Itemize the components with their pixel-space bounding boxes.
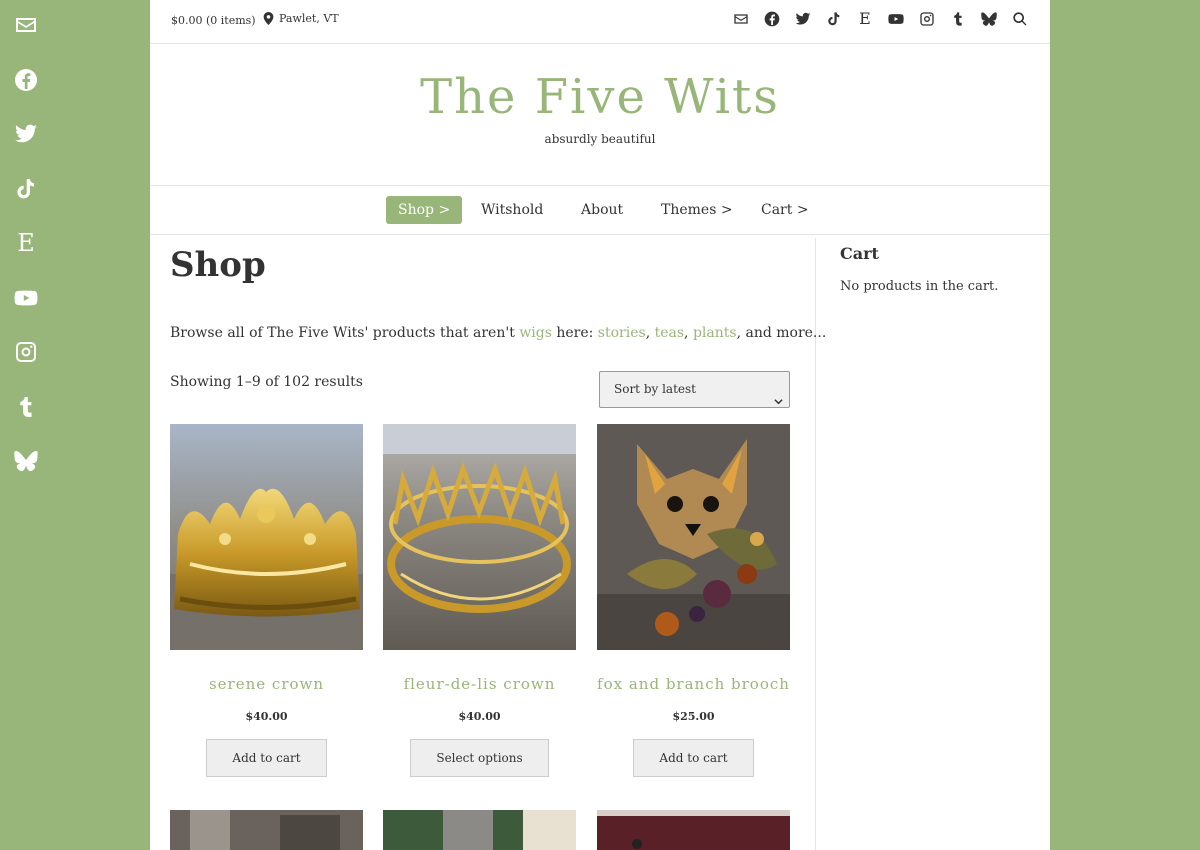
sidebar-cart-title: Cart: [840, 244, 879, 263]
product-image[interactable]: [597, 810, 790, 850]
link-teas[interactable]: teas: [655, 325, 684, 341]
link-stories[interactable]: stories: [598, 325, 646, 341]
chevron-down-icon: [774, 385, 783, 405]
map-pin-icon: [263, 12, 274, 25]
twitter-icon[interactable]: [795, 10, 811, 28]
result-count: Showing 1–9 of 102 results: [170, 374, 363, 390]
link-wigs[interactable]: wigs: [519, 325, 552, 341]
facebook-icon[interactable]: [764, 10, 780, 28]
select-options-button[interactable]: Select options: [410, 739, 549, 777]
envelope-icon[interactable]: [13, 12, 39, 38]
social-rail: E: [0, 0, 52, 850]
location-text: Pawlet, VT: [279, 12, 339, 25]
bluesky-icon[interactable]: [981, 10, 997, 28]
page-title: Shop: [170, 245, 266, 285]
site-tagline: absurdly beautiful: [544, 132, 656, 146]
sort-select[interactable]: Sort by latest: [599, 371, 790, 408]
instagram-icon[interactable]: [919, 10, 935, 28]
add-to-cart-button[interactable]: Add to cart: [206, 739, 327, 777]
page-container: $0.00 (0 items) Pawlet, VT E The Five Wi…: [150, 0, 1050, 850]
product-price: $25.00: [672, 710, 715, 723]
product-name[interactable]: serene crown: [170, 675, 363, 693]
product-name[interactable]: fleur-de-lis crown: [383, 675, 576, 693]
sort-selected: Sort by latest: [614, 382, 696, 396]
facebook-icon[interactable]: [13, 67, 39, 93]
main-navigation: Shop > Witshold About Themes > Cart >: [150, 186, 1050, 235]
youtube-icon[interactable]: [13, 285, 39, 311]
product-price: $40.00: [458, 710, 501, 723]
tiktok-icon[interactable]: [13, 176, 39, 202]
bluesky-icon[interactable]: [13, 448, 39, 474]
etsy-icon[interactable]: E: [13, 230, 39, 256]
search-icon[interactable]: [1012, 10, 1028, 28]
product-card: fleur-de-lis crown $40.00 Select options: [383, 424, 576, 777]
product-card: fox and branch brooch $25.00 Add to cart: [597, 424, 790, 777]
sidebar-cart-empty: No products in the cart.: [840, 279, 999, 294]
intro-text: Browse all of The Five Wits' products th…: [170, 325, 520, 341]
intro-comma: ,: [645, 325, 655, 341]
header-social-icons: E: [718, 10, 1028, 28]
location: Pawlet, VT: [263, 12, 339, 25]
youtube-icon[interactable]: [888, 10, 904, 28]
product-price: $40.00: [245, 710, 288, 723]
product-name[interactable]: fox and branch brooch: [597, 675, 790, 693]
tumblr-icon[interactable]: [950, 10, 966, 28]
product-image[interactable]: [597, 424, 790, 650]
link-plants[interactable]: plants: [693, 325, 737, 341]
product-image[interactable]: [170, 424, 363, 650]
sidebar-cart-widget: Cart No products in the cart.: [840, 244, 1030, 294]
nav-item-cart[interactable]: Cart >: [761, 196, 809, 224]
twitter-icon[interactable]: [13, 121, 39, 147]
nav-item-witshold[interactable]: Witshold: [481, 196, 543, 224]
site-title[interactable]: The Five Wits: [150, 69, 1050, 125]
nav-item-about[interactable]: About: [581, 196, 623, 224]
etsy-letter: E: [859, 9, 871, 28]
intro-text: here:: [551, 325, 598, 341]
etsy-letter: E: [17, 229, 35, 257]
product-image[interactable]: [383, 810, 576, 850]
envelope-icon[interactable]: [733, 10, 749, 28]
product-image[interactable]: [383, 424, 576, 650]
nav-item-shop[interactable]: Shop >: [386, 196, 463, 224]
header-cart-summary[interactable]: $0.00 (0 items): [171, 14, 256, 27]
instagram-icon[interactable]: [13, 339, 39, 365]
site-branding: The Five Wits absurdly beautiful: [150, 43, 1050, 186]
add-to-cart-button[interactable]: Add to cart: [633, 739, 754, 777]
product-card: serene crown $40.00 Add to cart: [170, 424, 363, 777]
nav-item-themes[interactable]: Themes >: [661, 196, 733, 224]
tiktok-icon[interactable]: [826, 10, 842, 28]
intro-comma: ,: [684, 325, 693, 341]
product-image[interactable]: [170, 810, 363, 850]
shop-intro: Browse all of The Five Wits' products th…: [170, 325, 826, 341]
intro-text: , and more...: [736, 325, 827, 341]
top-bar: $0.00 (0 items) Pawlet, VT E: [150, 0, 1050, 44]
tumblr-icon[interactable]: [13, 394, 39, 420]
etsy-icon[interactable]: E: [857, 10, 873, 28]
